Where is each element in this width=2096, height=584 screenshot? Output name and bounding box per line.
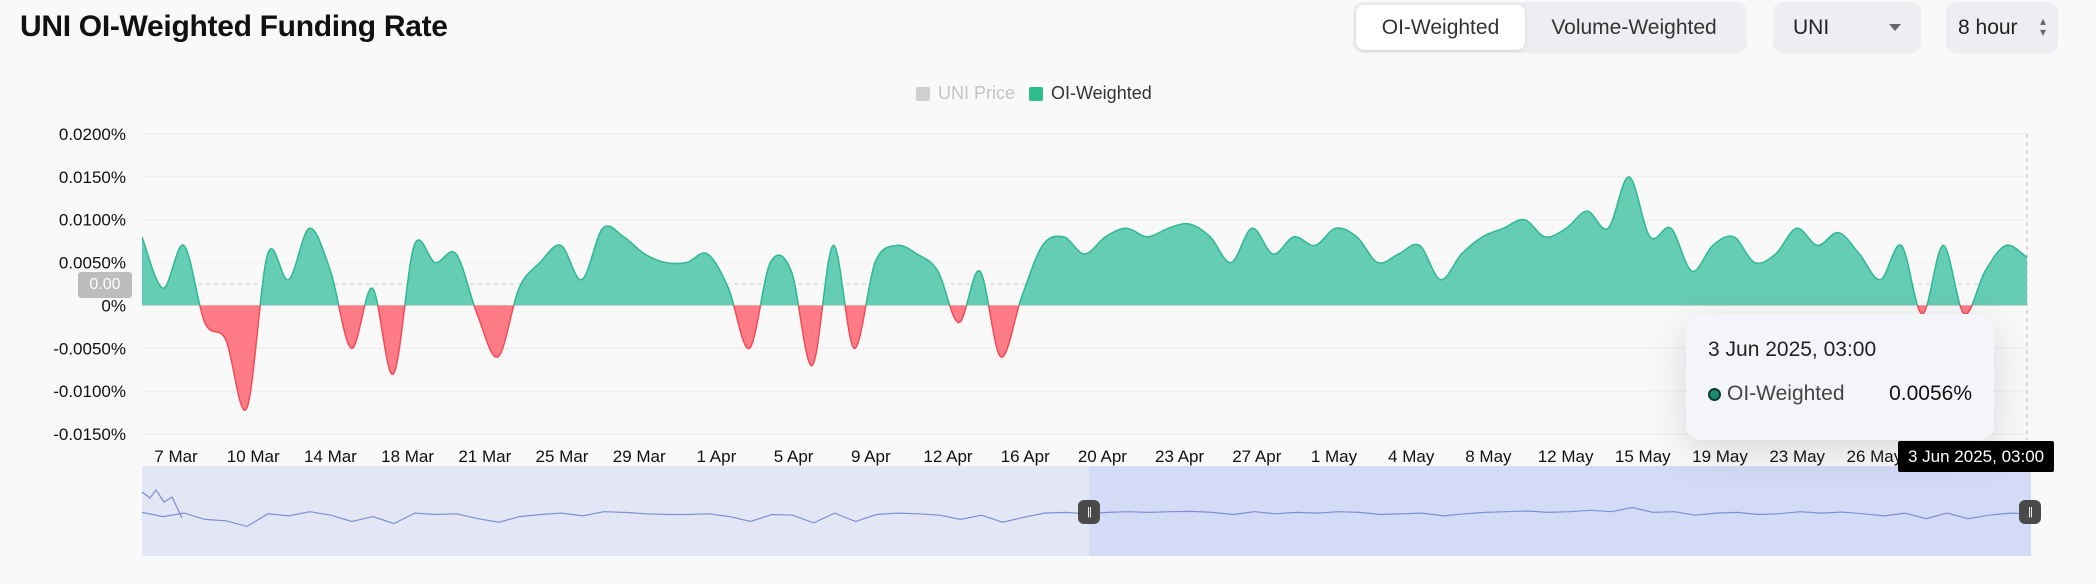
zero-line-tag: 0.00 [78, 272, 132, 298]
x-tick-label: 25 Mar [536, 447, 589, 466]
y-tick-label: 0.0100% [59, 211, 126, 230]
x-tick-label: 1 May [1311, 447, 1358, 466]
x-tick-label: 5 Apr [774, 447, 814, 466]
x-tick-label: 23 Apr [1155, 447, 1204, 466]
navigator-selection [1089, 466, 2031, 556]
x-tick-label: 19 May [1692, 447, 1748, 466]
tooltip-date: 3 Jun 2025, 03:00 [1708, 338, 1877, 361]
chart-tooltip: 3 Jun 2025, 03:00 OI-Weighted 0.0056% [1686, 314, 1994, 440]
funding-rate-chart[interactable]: 0.0200% 0.0150% 0.0100% 0.0050% 0% -0.0050% -0… [0, 0, 2096, 584]
tooltip-series-dot [1708, 387, 1721, 401]
y-tick-label: 0.0200% [59, 125, 126, 144]
tooltip-series-value: 0.0056% [1889, 382, 1972, 405]
x-tick-label: 9 Apr [851, 447, 891, 466]
x-tick-label: 10 Mar [227, 447, 280, 466]
y-tick-label: 0.0050% [59, 254, 126, 273]
tooltip-series-name: OI-Weighted [1727, 382, 1845, 405]
x-tick-label: 7 Mar [154, 447, 198, 466]
x-tick-label: 8 May [1465, 447, 1512, 466]
x-tick-label: 18 Mar [381, 447, 434, 466]
x-tick-label: 20 Apr [1078, 447, 1127, 466]
x-tick-label: 27 Apr [1232, 447, 1281, 466]
y-tick-label: 0% [101, 296, 126, 315]
x-tick-label: 16 Apr [1001, 447, 1050, 466]
x-tick-label: 29 Mar [613, 447, 666, 466]
x-tick-label: 15 May [1615, 447, 1671, 466]
x-tick-label: 23 May [1769, 447, 1825, 466]
navigator-right-handle[interactable]: || [2019, 500, 2041, 524]
navigator-left-handle[interactable]: || [1078, 500, 1100, 524]
x-tick-label: 21 Mar [458, 447, 511, 466]
y-tick-label: 0.0150% [59, 168, 126, 187]
tooltip-row: OI-Weighted 0.0056% [1708, 382, 1972, 406]
x-tick-label: 1 Apr [697, 447, 737, 466]
y-tick-label: -0.0150% [53, 425, 126, 444]
x-tick-label: 4 May [1388, 447, 1435, 466]
y-tick-label: -0.0100% [53, 382, 126, 401]
y-tick-label: -0.0050% [53, 339, 126, 358]
x-axis-ticks: 7 Mar 10 Mar 14 Mar 18 Mar 21 Mar 25 Mar 29 Ma… [154, 447, 1903, 466]
x-tick-label: 12 Apr [923, 447, 972, 466]
x-tick-label: 14 Mar [304, 447, 357, 466]
x-tick-label: 12 May [1538, 447, 1594, 466]
crosshair-x-label: 3 Jun 2025, 03:00 [1898, 441, 2055, 472]
x-tick-label: 26 May [1847, 447, 1903, 466]
